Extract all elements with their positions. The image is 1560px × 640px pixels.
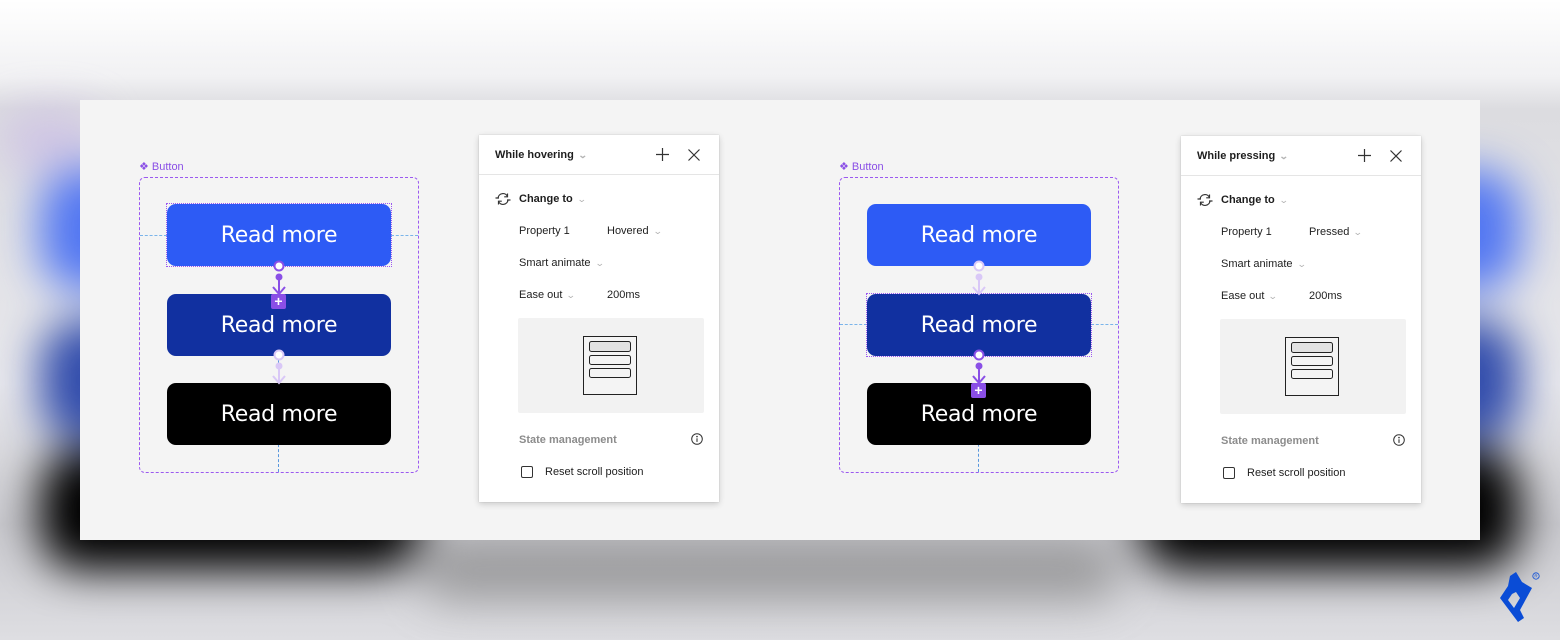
property-value-dropdown[interactable]: Hovered ⌄ [607, 225, 663, 237]
component-icon: ❖ [139, 160, 149, 173]
action-dropdown[interactable]: Change to ⌄ [495, 192, 587, 206]
close-button[interactable] [684, 145, 704, 165]
interaction-panel: While pressing ⌄ Change to ⌄ Property 1 Pr… [1181, 136, 1421, 503]
property-label: Property 1 [519, 225, 570, 237]
chevron-down-icon: ⌄ [576, 193, 587, 204]
swap-icon [1197, 194, 1213, 206]
svg-text:R: R [1534, 574, 1538, 579]
variant-button-default[interactable]: Read more [867, 204, 1091, 266]
variant-button-hovered[interactable]: Read more [867, 294, 1091, 356]
prototype-connector-faded[interactable] [269, 349, 289, 389]
animation-dropdown[interactable]: Smart animate ⌄ [1221, 258, 1307, 270]
reset-scroll-checkbox[interactable]: Reset scroll position [521, 466, 643, 478]
component-icon: ❖ [839, 160, 849, 173]
chevron-down-icon: ⌄ [577, 149, 588, 160]
state-management-label: State management [519, 434, 617, 446]
chevron-down-icon: ⌄ [1296, 258, 1307, 269]
checkbox[interactable] [521, 466, 533, 478]
info-icon[interactable] [691, 433, 703, 445]
component-label[interactable]: ❖ Button [139, 161, 184, 173]
add-button[interactable] [1354, 146, 1374, 166]
alignment-guide [391, 235, 418, 236]
swap-icon [495, 193, 511, 205]
close-icon [1390, 149, 1402, 162]
info-icon[interactable] [1393, 434, 1405, 446]
toptal-logo-icon: R [1500, 572, 1540, 622]
alignment-guide [140, 235, 167, 236]
add-interaction-handle[interactable]: + [271, 294, 286, 309]
state-management-label: State management [1221, 435, 1319, 447]
component-label[interactable]: ❖ Button [839, 161, 884, 173]
chevron-down-icon: ⌄ [1353, 227, 1364, 237]
action-dropdown[interactable]: Change to ⌄ [1197, 193, 1289, 207]
close-icon [688, 148, 700, 161]
plus-icon [655, 148, 669, 161]
chevron-down-icon: ⌄ [594, 257, 605, 268]
checkbox[interactable] [1223, 467, 1235, 479]
variant-button-default[interactable]: Read more [167, 204, 391, 266]
alignment-guide [840, 324, 867, 325]
animation-preview [1220, 319, 1406, 414]
alignment-guide [1091, 324, 1118, 325]
add-button[interactable] [652, 145, 672, 165]
duration-input[interactable]: 200ms [1309, 290, 1342, 302]
chevron-down-icon: ⌄ [1268, 291, 1279, 301]
panel-header: While hovering ⌄ [479, 135, 719, 175]
close-button[interactable] [1386, 146, 1406, 166]
duration-input[interactable]: 200ms [607, 289, 640, 301]
trigger-dropdown[interactable]: While hovering ⌄ [495, 149, 588, 161]
animation-preview [518, 318, 704, 413]
device-preview-icon [583, 336, 637, 395]
plus-icon [1357, 149, 1371, 162]
panel-header: While pressing ⌄ [1181, 136, 1421, 176]
property-value-dropdown[interactable]: Pressed ⌄ [1309, 226, 1364, 238]
property-label: Property 1 [1221, 226, 1272, 238]
chevron-down-icon: ⌄ [1278, 194, 1289, 205]
easing-dropdown[interactable]: Ease out ⌄ [1221, 290, 1309, 302]
chevron-down-icon: ⌄ [652, 226, 663, 236]
variant-button-pressed[interactable]: Read more [167, 383, 391, 445]
chevron-down-icon: ⌄ [566, 290, 577, 300]
interaction-panel: While hovering ⌄ Change to ⌄ Property 1 Ho… [479, 135, 719, 502]
device-preview-icon [1285, 337, 1339, 396]
easing-dropdown[interactable]: Ease out ⌄ [519, 289, 607, 301]
prototype-connector-faded[interactable] [969, 260, 989, 300]
chevron-down-icon: ⌄ [1279, 150, 1289, 161]
trigger-dropdown[interactable]: While pressing ⌄ [1197, 150, 1289, 162]
add-interaction-handle[interactable]: + [971, 383, 986, 398]
design-canvas[interactable]: ❖ Button Read more Read more Read more +… [80, 100, 1480, 540]
reset-scroll-checkbox[interactable]: Reset scroll position [1223, 467, 1345, 479]
animation-dropdown[interactable]: Smart animate ⌄ [519, 257, 605, 269]
